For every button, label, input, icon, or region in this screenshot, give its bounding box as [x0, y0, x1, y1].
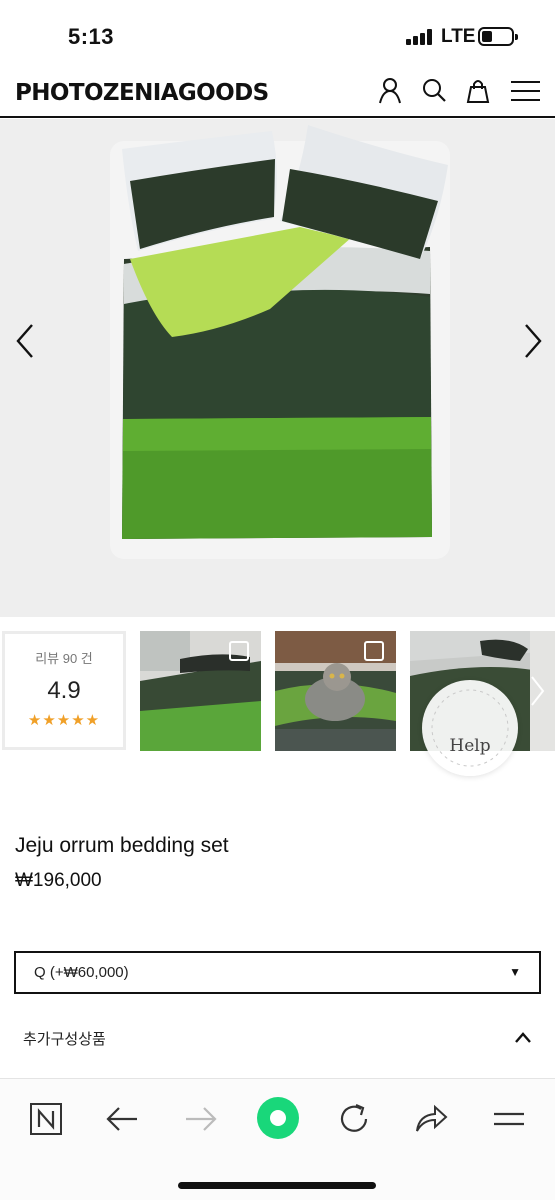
review-summary-card[interactable]: 리뷰 90 건 4.9 ★★★★★: [2, 631, 126, 750]
green-dot-home-icon[interactable]: [256, 1096, 300, 1140]
chevron-left-icon[interactable]: [10, 319, 40, 363]
thumbnail-2[interactable]: [275, 631, 396, 751]
share-icon[interactable]: [411, 1099, 451, 1139]
product-hero-image[interactable]: [0, 119, 555, 617]
brand-logo[interactable]: PHOTOZENIAGOODS: [15, 80, 269, 106]
star-rating: ★★★★★: [27, 712, 101, 729]
forward-arrow-icon[interactable]: [180, 1099, 220, 1139]
review-count: 리뷰 90 건: [35, 651, 93, 666]
help-button[interactable]: Help: [422, 680, 518, 776]
status-time: 5:13: [68, 24, 115, 49]
chevron-right-icon[interactable]: [518, 319, 548, 363]
reload-icon[interactable]: [334, 1099, 374, 1139]
option-selected-value: Q (+₩60,000): [34, 964, 129, 981]
select-checkbox[interactable]: [364, 641, 384, 661]
site-header: PHOTOZENIAGOODS: [0, 66, 555, 118]
review-score: 4.9: [47, 677, 81, 704]
select-checkbox[interactable]: [229, 641, 249, 661]
option-select[interactable]: Q (+₩60,000) ▼: [14, 951, 541, 994]
thumbnail-next-icon[interactable]: [528, 674, 546, 708]
help-label: Help: [449, 736, 491, 756]
battery-icon: [478, 27, 518, 46]
user-icon[interactable]: [375, 76, 405, 106]
thumbnail-1[interactable]: [140, 631, 261, 751]
product-price: ₩196,000: [15, 870, 102, 891]
product-name: Jeju orrum bedding set: [15, 834, 229, 857]
extra-options-toggle[interactable]: 추가구성상품: [0, 1014, 555, 1062]
signal-icon: [406, 29, 434, 45]
home-indicator: [178, 1182, 376, 1189]
network-label: LTE: [441, 26, 476, 47]
extra-options-label: 추가구성상품: [23, 1031, 106, 1048]
chevron-up-icon[interactable]: [512, 1028, 534, 1048]
menu-icon[interactable]: [510, 76, 540, 106]
caret-down-icon: ▼: [509, 965, 521, 979]
bag-icon[interactable]: [463, 76, 493, 106]
bedding-photo: [110, 125, 450, 559]
menu-lines-icon[interactable]: [489, 1099, 529, 1139]
badge-ring-icon: [431, 689, 509, 767]
naver-n-icon[interactable]: [26, 1099, 66, 1139]
back-arrow-icon[interactable]: [103, 1099, 143, 1139]
search-icon[interactable]: [419, 76, 449, 106]
status-bar: 5:13 LTE: [0, 0, 555, 66]
